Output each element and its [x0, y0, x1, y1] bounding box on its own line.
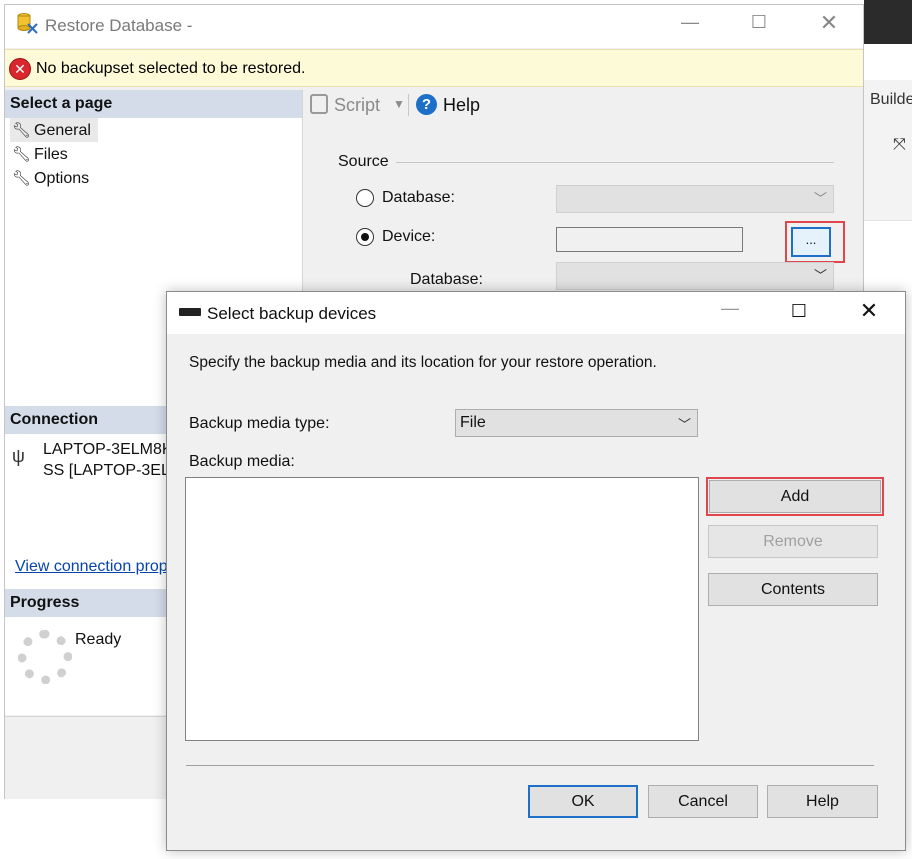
dialog-minimize-button[interactable]: —	[707, 298, 753, 319]
destination-database-select: ﹀	[556, 262, 834, 290]
dialog-title: Select backup devices	[207, 304, 377, 323]
device-radio-label: Device:	[382, 228, 436, 245]
cancel-button[interactable]: Cancel	[648, 785, 758, 818]
error-message-text: No backupset selected to be restored.	[36, 60, 306, 77]
database-radio-label: Database:	[382, 189, 455, 206]
help-button[interactable]: Help	[443, 95, 480, 116]
page-item-general[interactable]: 🔧︎ General	[12, 121, 91, 140]
progress-status: Ready	[75, 631, 122, 648]
page-item-files[interactable]: 🔧︎ Files	[12, 145, 68, 164]
dialog-close-button[interactable]: ✕	[846, 298, 892, 324]
chevron-down-icon: ﹀	[677, 417, 691, 432]
remove-button[interactable]: Remove	[708, 525, 878, 558]
background-builder-button[interactable]: Builde	[870, 91, 912, 109]
script-dropdown-chevron-icon[interactable]: ▼	[393, 97, 405, 111]
tape-drive-icon	[179, 308, 201, 316]
backup-media-list[interactable]	[185, 477, 699, 741]
select-page-header: Select a page	[5, 90, 302, 118]
view-connection-properties-link[interactable]: View connection prop	[15, 558, 168, 576]
chevron-down-icon: ﹀	[813, 191, 827, 206]
backup-media-type-select[interactable]: File ﹀	[455, 409, 698, 437]
source-divider	[396, 162, 834, 163]
dialog-description: Specify the backup media and its locatio…	[189, 354, 657, 371]
source-section-label: Source	[338, 153, 389, 170]
wrench-icon: 🔧︎	[12, 170, 32, 187]
dialog-divider	[186, 765, 874, 766]
toolbar-divider	[408, 94, 409, 116]
restore-database-icon	[17, 13, 38, 34]
background-app-titlebar	[864, 0, 912, 44]
script-button[interactable]: Script	[334, 95, 380, 116]
page-item-label: Files	[34, 146, 68, 163]
page-item-options[interactable]: 🔧︎ Options	[12, 169, 89, 188]
error-icon: ✕	[9, 58, 31, 80]
help-dialog-button[interactable]: Help	[767, 785, 878, 818]
restore-window-title: Restore Database -	[45, 16, 193, 35]
restore-close-button[interactable]: ✕	[806, 10, 852, 36]
backup-media-label: Backup media:	[189, 453, 295, 470]
chevron-down-icon: ﹀	[813, 268, 827, 283]
browse-devices-button[interactable]: ...	[791, 227, 831, 257]
ok-button[interactable]: OK	[528, 785, 638, 818]
script-icon	[310, 94, 328, 114]
backup-media-type-label: Backup media type:	[189, 415, 330, 432]
restore-minimize-button[interactable]: —	[667, 12, 713, 33]
connection-login-text: SS [LAPTOP-3EL	[43, 462, 170, 479]
restore-maximize-button[interactable]: ☐	[736, 12, 782, 33]
page-item-label: Options	[34, 170, 90, 187]
device-radio[interactable]	[356, 228, 374, 246]
background-expand-icon: ⤧	[893, 136, 906, 153]
wrench-icon: 🔧︎	[12, 122, 32, 139]
add-button[interactable]: Add	[709, 480, 881, 513]
page-item-label: General	[34, 122, 91, 139]
database-radio[interactable]	[356, 189, 374, 207]
help-icon[interactable]: ?	[416, 94, 437, 115]
device-path-input[interactable]	[556, 227, 743, 252]
connection-server-text: LAPTOP-3ELM8K	[43, 441, 173, 458]
progress-spinner-icon	[18, 630, 72, 684]
wrench-icon: 🔧︎	[12, 146, 32, 163]
connection-plug-icon: ψ	[12, 446, 25, 466]
backup-media-type-value: File	[460, 414, 486, 431]
database-source-select: ﹀	[556, 185, 834, 213]
contents-button[interactable]: Contents	[708, 573, 878, 606]
sub-database-label: Database:	[410, 271, 483, 288]
dialog-maximize-button[interactable]: ☐	[776, 301, 822, 322]
